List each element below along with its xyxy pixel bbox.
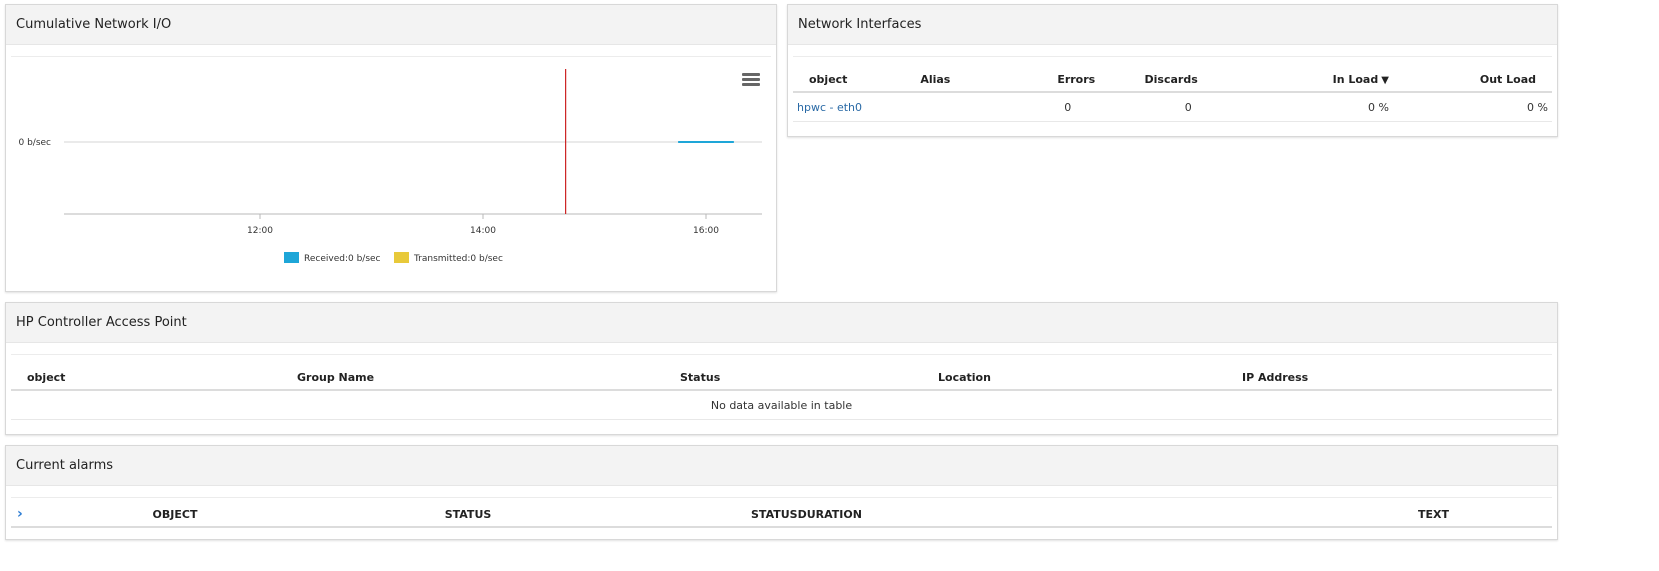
- panel-header: Network Interfaces: [788, 5, 1557, 45]
- col-alias[interactable]: Alias: [916, 67, 999, 93]
- expand-col[interactable]: ›: [11, 502, 51, 528]
- x-tick-label: 12:00: [247, 226, 273, 236]
- cell-discards: 0: [1099, 92, 1202, 122]
- table-row: No data available in table: [11, 390, 1552, 420]
- col-ip-address[interactable]: IP Address: [1238, 365, 1552, 391]
- network-interfaces-panel: Network Interfaces object Alias Errors D…: [787, 4, 1558, 137]
- col-group-name[interactable]: Group Name: [293, 365, 676, 391]
- col-text[interactable]: TEXT: [1315, 502, 1552, 528]
- panel-header: HP Controller Access Point: [6, 303, 1557, 343]
- current-alarms-panel: Current alarms › OBJECT STATUS STATUSDUR…: [5, 445, 1558, 540]
- col-in-load[interactable]: In Load ▼: [1201, 67, 1393, 93]
- divider: [11, 497, 1552, 498]
- sort-desc-icon: ▼: [1381, 74, 1389, 86]
- table-row: hpwc - eth0 0 0 0 % 0 %: [793, 92, 1552, 122]
- col-object[interactable]: object: [793, 67, 917, 93]
- col-object[interactable]: object: [11, 365, 293, 391]
- col-discards[interactable]: Discards: [1099, 67, 1202, 93]
- network-io-chart: 0 b/sec 12:00 14:00 16:00 Received:0 b/sec Tr…: [18, 69, 762, 264]
- access-point-table: object Group Name Status Location IP Add…: [11, 365, 1552, 420]
- cell-out-load: 0 %: [1392, 92, 1552, 122]
- legend-swatch: [394, 252, 409, 263]
- col-location[interactable]: Location: [934, 365, 1238, 391]
- col-status[interactable]: Status: [676, 365, 934, 391]
- panel-title: Current alarms: [16, 458, 114, 473]
- cell-alias: [916, 92, 999, 122]
- table-header-row: › OBJECT STATUS STATUSDURATION TEXT: [11, 502, 1552, 528]
- legend-swatch: [284, 252, 299, 263]
- panel-title: Network Interfaces: [798, 17, 922, 32]
- panel-title: HP Controller Access Point: [16, 315, 187, 330]
- divider: [793, 56, 1552, 57]
- x-tick-label: 14:00: [470, 226, 496, 236]
- legend-label: Transmitted:0 b/sec: [413, 254, 503, 264]
- col-object[interactable]: OBJECT: [51, 502, 299, 528]
- empty-table-message: No data available in table: [11, 390, 1552, 420]
- table-header-row: object Alias Errors Discards In Load ▼ Ou…: [793, 67, 1552, 93]
- col-errors[interactable]: Errors: [998, 67, 1100, 93]
- interface-link[interactable]: hpwc - eth0: [797, 101, 862, 114]
- x-tick-label: 16:00: [693, 226, 719, 236]
- panel-title: Cumulative Network I/O: [16, 17, 172, 32]
- divider: [11, 354, 1552, 355]
- cell-errors: 0: [998, 92, 1100, 122]
- panel-header: Current alarms: [6, 446, 1557, 486]
- panel-header: Cumulative Network I/O: [6, 5, 776, 45]
- col-status[interactable]: STATUS: [299, 502, 637, 528]
- legend-label: Received:0 b/sec: [304, 254, 381, 264]
- alarms-table: › OBJECT STATUS STATUSDURATION TEXT: [11, 502, 1552, 528]
- cell-in-load: 0 %: [1201, 92, 1393, 122]
- cell-object[interactable]: hpwc - eth0: [793, 92, 917, 122]
- col-out-load[interactable]: Out Load: [1392, 67, 1552, 93]
- table-header-row: object Group Name Status Location IP Add…: [11, 365, 1552, 391]
- interfaces-table: object Alias Errors Discards In Load ▼ Ou…: [793, 67, 1552, 122]
- network-io-panel: Cumulative Network I/O 0 b/sec 12:00 14:00…: [5, 4, 777, 292]
- y-tick-label: 0 b/sec: [18, 138, 51, 148]
- access-point-panel: HP Controller Access Point object Group …: [5, 302, 1558, 435]
- col-statusduration[interactable]: STATUSDURATION: [637, 502, 1315, 528]
- chevron-right-icon[interactable]: ›: [17, 506, 23, 522]
